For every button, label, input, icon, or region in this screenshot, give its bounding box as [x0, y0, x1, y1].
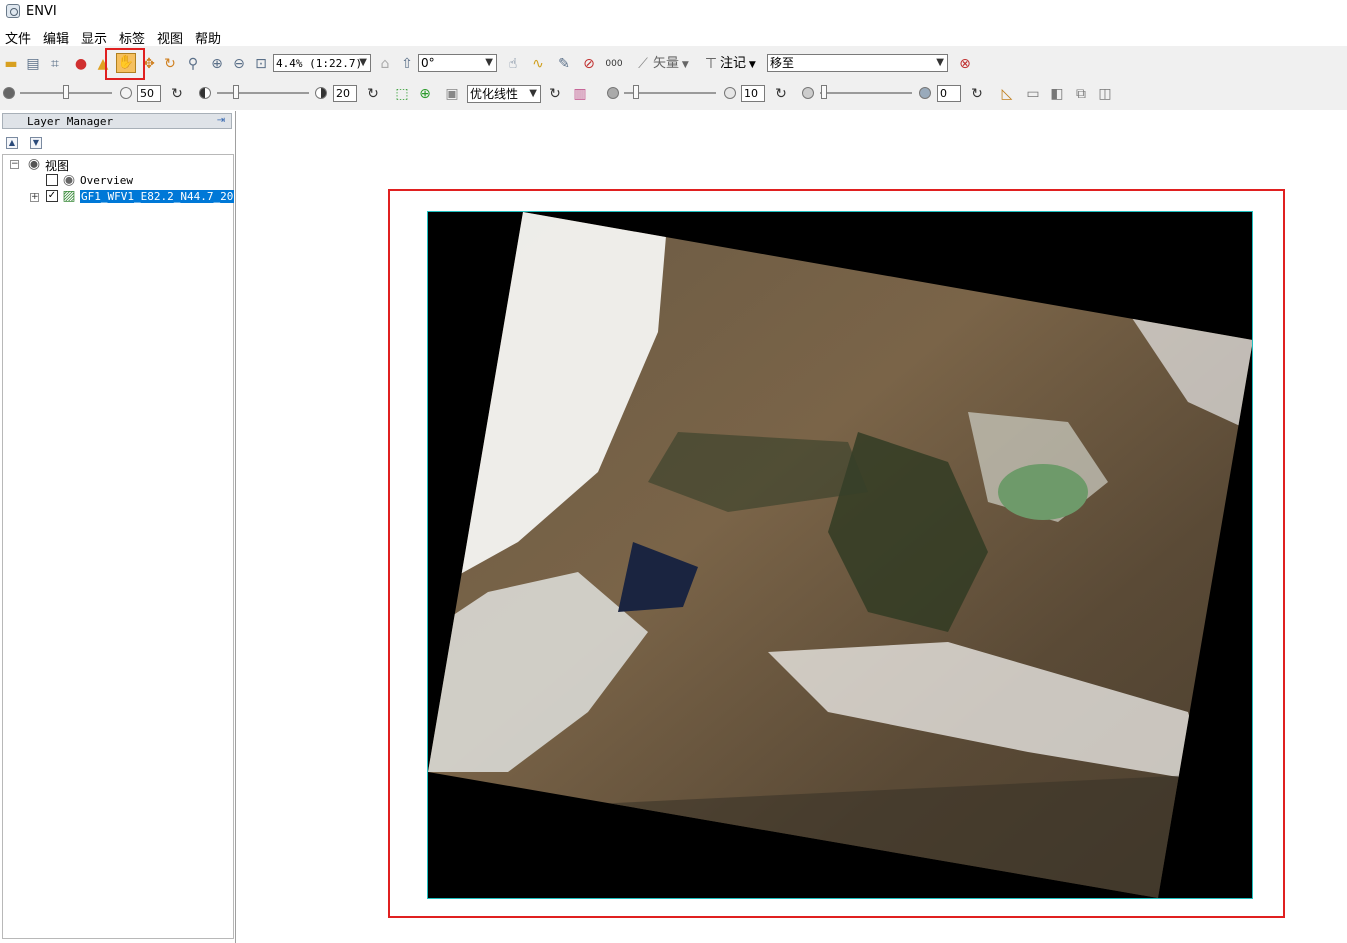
zoom-full-icon[interactable]: ⊡ — [252, 55, 270, 73]
pixel-locator-icon[interactable]: ✎ — [555, 55, 573, 73]
annotation-label: 注记 — [720, 56, 747, 71]
menu-bar: 文件 编辑 显示 标签 视图 帮助 — [0, 27, 1347, 47]
stretch-icon[interactable]: ▣ — [443, 85, 461, 103]
sharpen-input[interactable]: 10 — [741, 85, 765, 102]
contrast-high-icon — [315, 87, 327, 99]
vector-icon[interactable]: ⟋ — [634, 55, 652, 73]
zoom-value: 4.4% (1:22.7) — [276, 57, 363, 70]
refresh-icon[interactable]: ↻ — [772, 85, 790, 103]
goto-value: 移至 — [770, 56, 795, 70]
menu-file[interactable]: 文件 — [5, 28, 31, 47]
rotate-icon[interactable]: ↻ — [161, 55, 179, 73]
refresh-icon[interactable]: ↻ — [168, 85, 186, 103]
refresh-icon[interactable]: ↻ — [364, 85, 382, 103]
stretch-value: 优化线性 — [470, 87, 519, 101]
hand-pan-icon[interactable]: ✋ — [116, 53, 136, 73]
annotation-icon[interactable]: ⊤ — [702, 55, 720, 73]
chevron-down-icon: ▼ — [936, 57, 944, 68]
contrast-slider-track[interactable] — [217, 92, 309, 94]
menu-view[interactable]: 视图 — [157, 28, 183, 47]
transparency-input[interactable]: 0 — [937, 85, 961, 102]
view-eye-icon: ◉ — [27, 156, 41, 172]
vector-label: 矢量 — [653, 56, 680, 71]
north-up-icon[interactable]: ⇧ — [398, 55, 416, 73]
contrast-slider-thumb[interactable] — [233, 85, 239, 99]
close-tool-icon[interactable]: ⊗ — [956, 55, 974, 73]
profile-icon[interactable]: ∿ — [529, 55, 547, 73]
clipboard-icon[interactable]: ▤ — [24, 55, 42, 73]
measure-icon[interactable]: ◺ — [998, 85, 1016, 103]
cursor-value-icon[interactable]: ☝ — [504, 55, 522, 73]
contrast-low-icon — [199, 87, 211, 99]
transparency-slider-track[interactable] — [820, 92, 912, 94]
satellite-image — [428, 212, 1252, 898]
layer-manager-title: Layer Manager — [27, 115, 114, 128]
title-bar: ENVI — [0, 0, 1347, 24]
brightness-high-icon — [120, 87, 132, 99]
vector-button[interactable]: 矢量 ▼ — [653, 55, 689, 74]
blend-icon[interactable]: ◧ — [1048, 85, 1066, 103]
roi-icon[interactable]: ⊘ — [580, 55, 598, 73]
rotation-select[interactable]: 0° ▼ — [418, 54, 497, 72]
zoom-icon[interactable]: ⚲ — [184, 55, 202, 73]
layer-overview[interactable]: Overview — [80, 174, 133, 187]
sharpen-low-icon — [607, 87, 619, 99]
window-title: ENVI — [26, 4, 57, 19]
brightness-slider-thumb[interactable] — [63, 85, 69, 99]
menu-label[interactable]: 标签 — [119, 28, 145, 47]
full-extent-icon[interactable]: ⊕ — [416, 85, 434, 103]
layer-manager-header: Layer Manager ⇥ — [2, 113, 232, 129]
zoom-out-icon[interactable]: ⊖ — [230, 55, 248, 73]
chevron-down-icon: ▼ — [529, 88, 537, 99]
swipe-icon[interactable]: ◫ — [1096, 85, 1114, 103]
brightness-low-icon — [3, 87, 15, 99]
transparency-low-icon — [802, 87, 814, 99]
expand-layer-icon[interactable]: + — [30, 193, 39, 202]
main-toolbar: ▬ ▤ ⌗ ● ▲ ✥ ↻ ⚲ ⊕ ⊖ ⊡ 4.4% (1:22.7) ▼ ⌂ … — [0, 46, 1347, 82]
brightness-input[interactable]: 50 — [137, 85, 161, 102]
stretch-select[interactable]: 优化线性 ▼ — [467, 85, 541, 103]
sharpen-high-icon — [724, 87, 736, 99]
sharpen-slider-thumb[interactable] — [633, 85, 639, 99]
raster-layer-checkbox[interactable]: ✓ — [46, 190, 58, 202]
move-layer-down-icon[interactable]: ▼ — [30, 137, 42, 149]
open-folder-icon[interactable]: ▬ — [2, 55, 20, 73]
display-toolbar: 50 ↻ 20 ↻ ⬚ ⊕ ▣ 优化线性 ▼ ↻ ▥ 10 ↻ 0 ↻ ◺ ▭ … — [0, 82, 1347, 110]
overview-checkbox[interactable] — [46, 174, 58, 186]
zoom-in-icon[interactable]: ⊕ — [208, 55, 226, 73]
rotation-value: 0° — [421, 56, 435, 70]
chevron-down-icon: ▼ — [485, 57, 493, 68]
annotation-button[interactable]: 注记 ▼ — [720, 55, 756, 74]
refresh-icon[interactable]: ↻ — [546, 85, 564, 103]
flicker-icon[interactable]: ⧉ — [1072, 85, 1090, 103]
layer-gf1-image[interactable]: GF1_WFV1_E82.2_N44.7_2013 — [80, 190, 234, 203]
pin-icon[interactable]: ● — [72, 55, 90, 73]
move-layer-up-icon[interactable]: ▲ — [6, 137, 18, 149]
layer-manager-panel: Layer Manager ⇥ ▲ ▼ − ◉ 视图 ◉ Overview + … — [0, 111, 236, 943]
goto-select[interactable]: 移至 ▼ — [767, 54, 948, 72]
refresh-icon[interactable]: ↻ — [968, 85, 986, 103]
histogram-icon[interactable]: ▥ — [571, 85, 589, 103]
contrast-input[interactable]: 20 — [333, 85, 357, 102]
transparency-high-icon — [919, 87, 931, 99]
satellite-image-view[interactable] — [427, 211, 1253, 899]
transparency-slider-thumb[interactable] — [821, 85, 827, 99]
crop-icon[interactable]: ⌗ — [46, 55, 64, 73]
layer-tree: − ◉ 视图 ◉ Overview + ✓ ▨ GF1_WFV1_E82.2_N… — [2, 154, 234, 939]
dock-panel-icon[interactable]: ⇥ — [214, 115, 228, 127]
collapse-view-icon[interactable]: − — [10, 160, 19, 169]
chevron-down-icon: ▼ — [359, 57, 367, 68]
portal-icon[interactable]: ▭ — [1024, 85, 1042, 103]
fit-extent-icon[interactable]: ⬚ — [393, 85, 411, 103]
menu-display[interactable]: 显示 — [81, 28, 107, 47]
menu-help[interactable]: 帮助 — [195, 28, 221, 47]
zoom-select[interactable]: 4.4% (1:22.7) ▼ — [273, 54, 371, 72]
envi-app-icon — [6, 4, 20, 18]
home-icon[interactable]: ⌂ — [376, 55, 394, 73]
counter-icon[interactable]: 000 — [605, 55, 623, 73]
menu-edit[interactable]: 编辑 — [43, 28, 69, 47]
raster-image-icon: ▨ — [62, 188, 76, 204]
